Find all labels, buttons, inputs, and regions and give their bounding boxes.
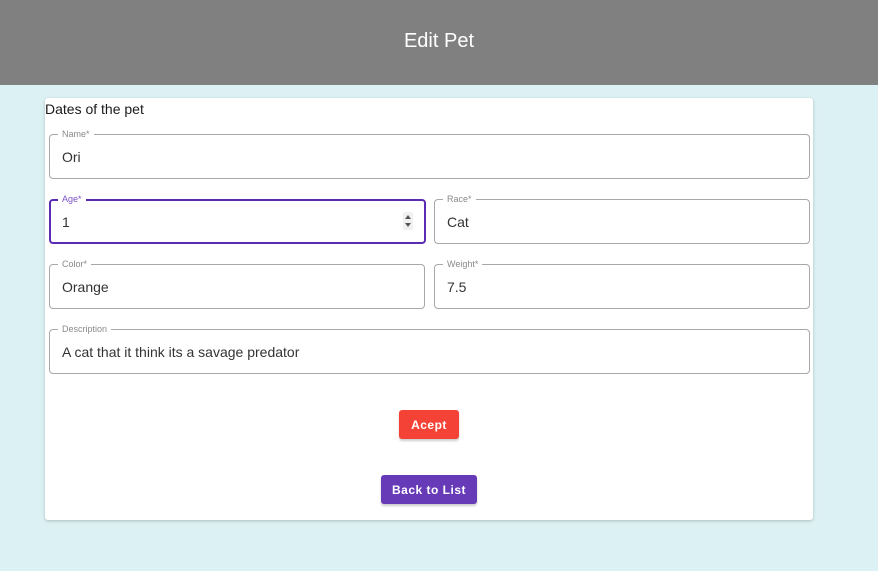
race-value[interactable]: Cat: [447, 214, 469, 230]
color-label: Color*: [58, 258, 92, 270]
app-header: Edit Pet: [0, 0, 878, 85]
description-label: Description: [58, 323, 112, 335]
form-title: Dates of the pet: [45, 101, 144, 117]
description-field[interactable]: Description A cat that it think its a sa…: [49, 323, 810, 374]
name-label: Name*: [58, 128, 94, 140]
name-field[interactable]: Name* Ori: [49, 128, 810, 179]
age-value[interactable]: 1: [62, 214, 70, 230]
spinner-icon[interactable]: [403, 212, 413, 230]
accept-button[interactable]: Acept: [399, 410, 459, 439]
race-label: Race*: [443, 193, 476, 205]
weight-label: Weight*: [443, 258, 483, 270]
age-field[interactable]: Age* 1: [49, 193, 426, 244]
color-field[interactable]: Color* Orange: [49, 258, 425, 309]
color-value[interactable]: Orange: [62, 279, 109, 295]
weight-value[interactable]: 7.5: [447, 279, 466, 295]
edit-pet-card: Dates of the pet Name* Ori Age* 1 Race* …: [45, 98, 813, 520]
back-to-list-button[interactable]: Back to List: [381, 475, 477, 504]
weight-field[interactable]: Weight* 7.5: [434, 258, 810, 309]
description-value[interactable]: A cat that it think its a savage predato…: [62, 344, 299, 360]
page-title: Edit Pet: [403, 30, 475, 52]
name-value[interactable]: Ori: [62, 149, 81, 165]
age-label: Age*: [58, 193, 86, 205]
race-field[interactable]: Race* Cat: [434, 193, 810, 244]
